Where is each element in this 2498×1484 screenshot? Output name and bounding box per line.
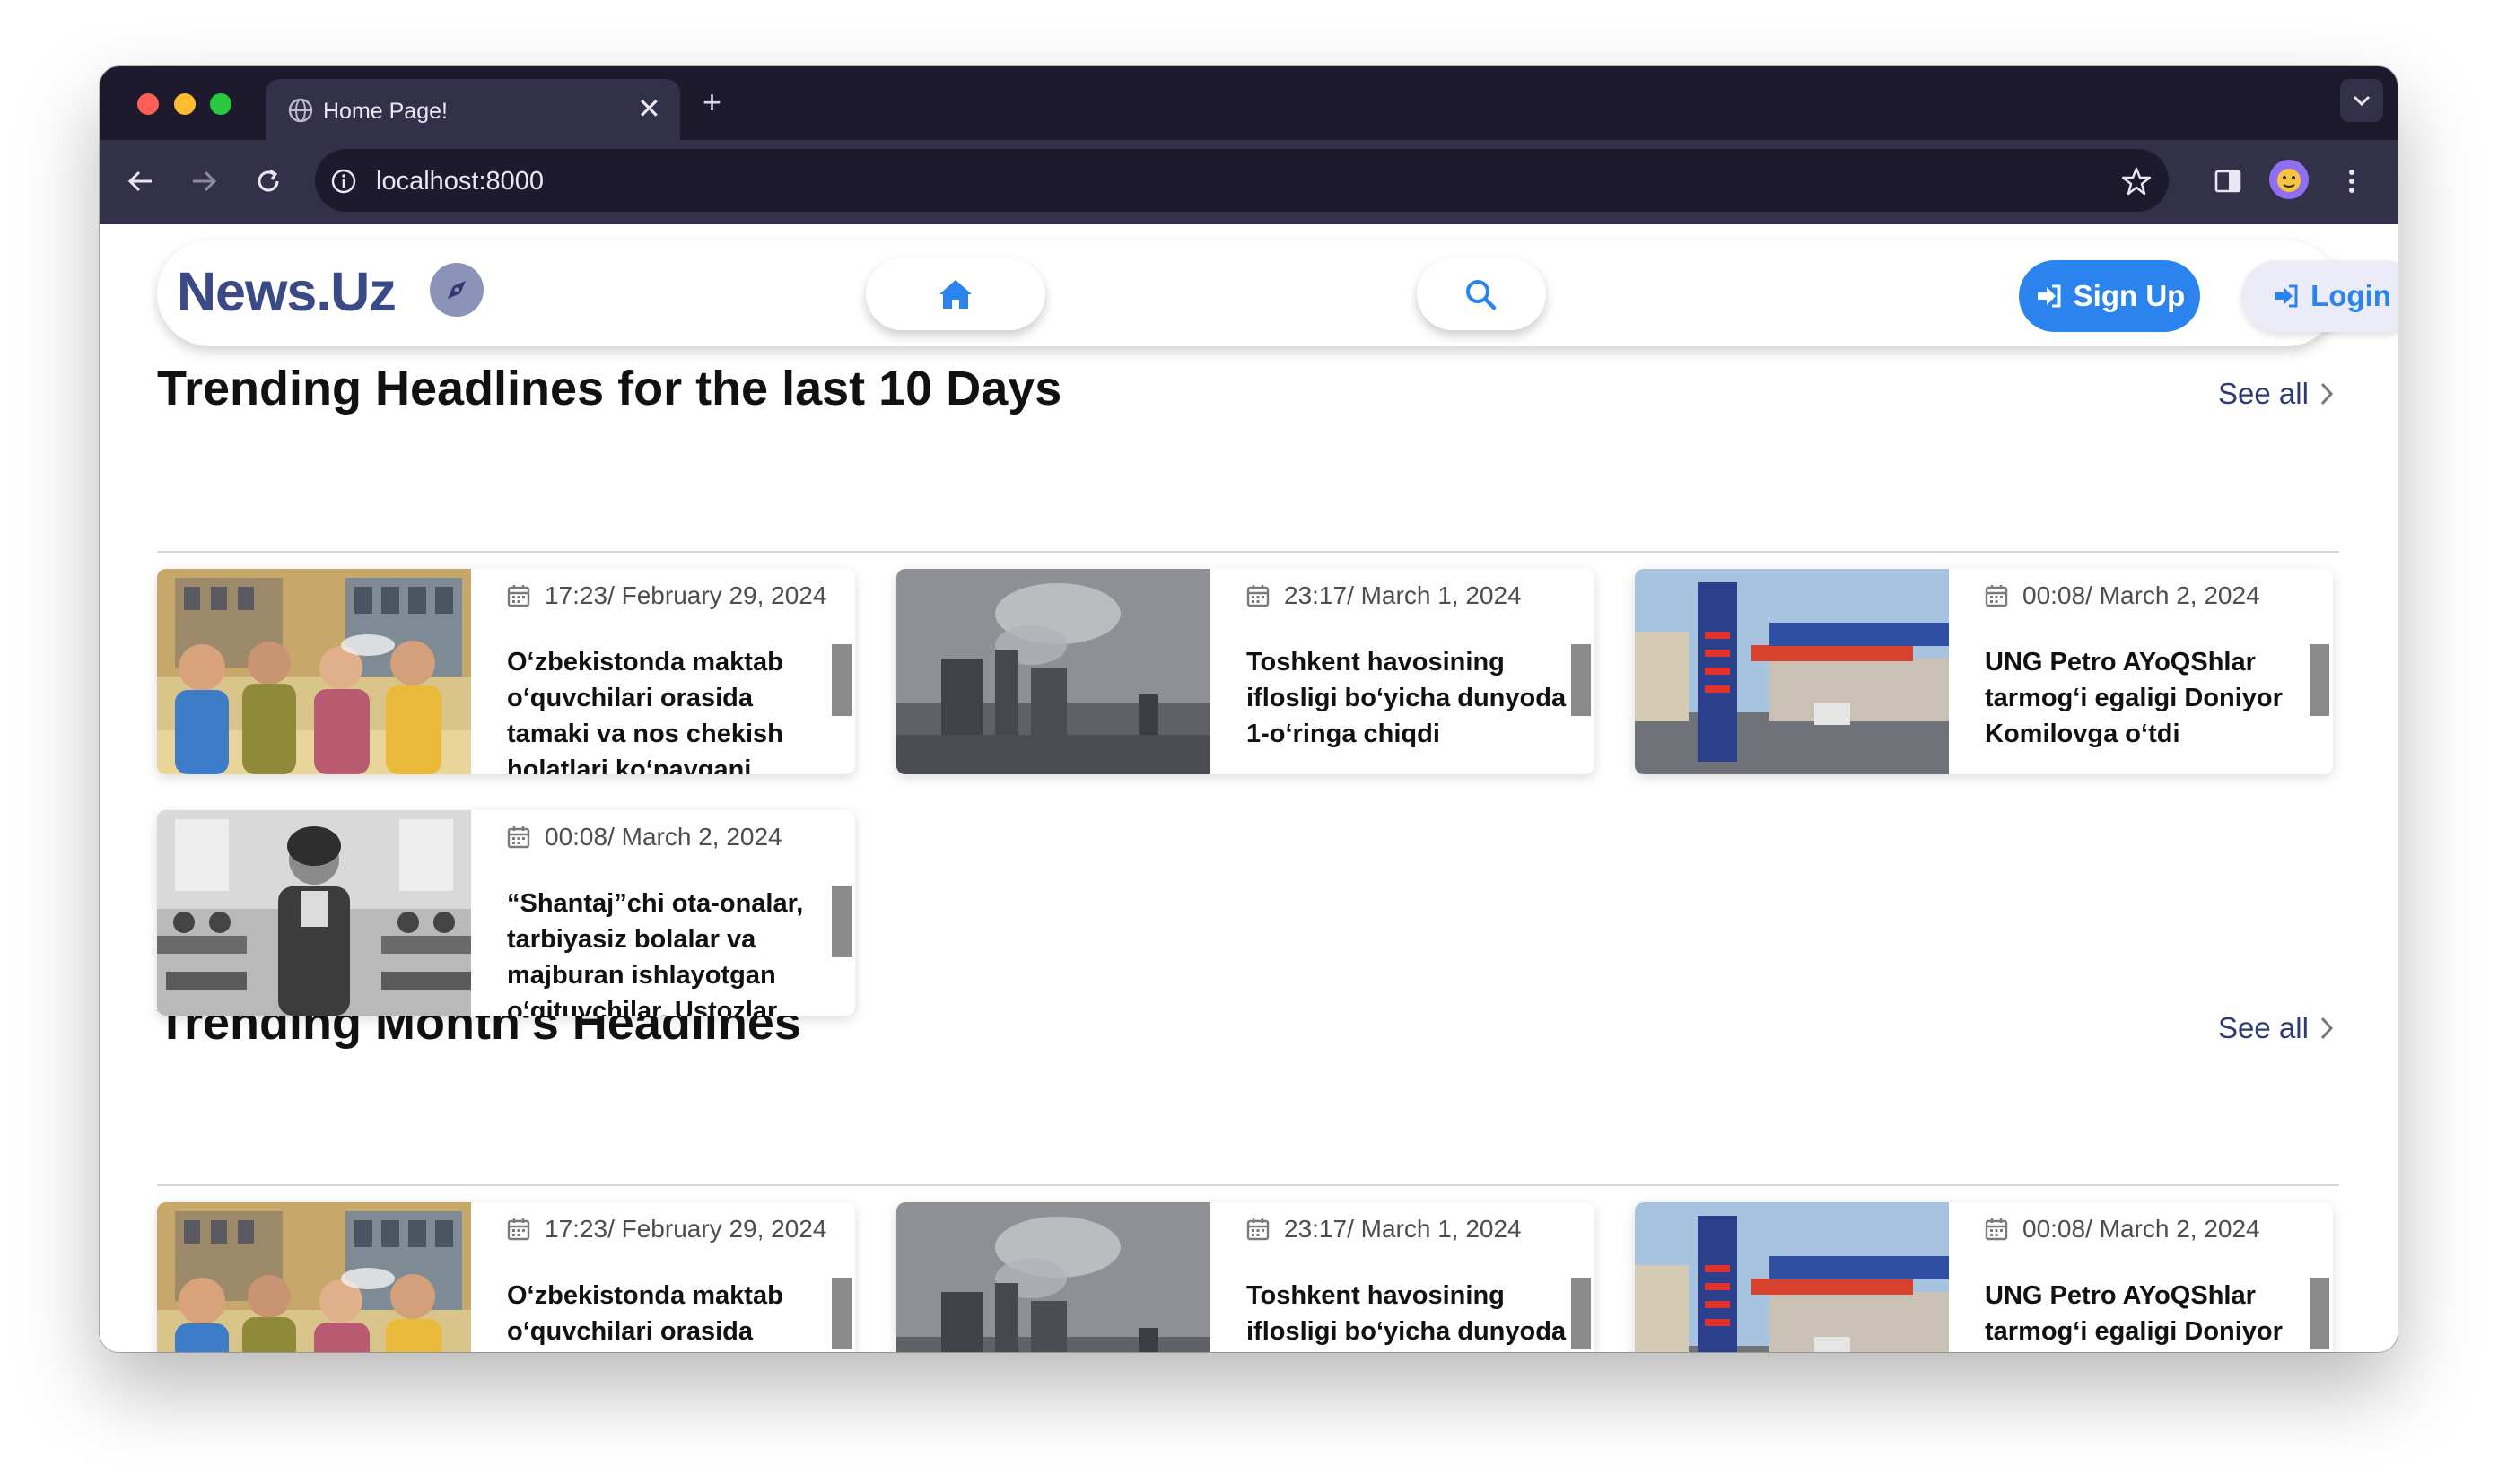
- calendar-icon: [1246, 585, 1270, 607]
- reload-icon[interactable]: [250, 163, 286, 199]
- card-headline[interactable]: O‘zbekistonda maktab o‘quvchilari orasid…: [507, 644, 839, 774]
- globe-icon: [288, 98, 313, 123]
- login-label: Login: [2310, 279, 2391, 312]
- card-date: 00:08/ March 2, 2024: [1985, 581, 2260, 610]
- site-info-icon[interactable]: [329, 167, 358, 196]
- sign-up-button[interactable]: Sign Up: [2019, 260, 2200, 332]
- card-date: 23:17/ March 1, 2024: [1246, 581, 1522, 610]
- card-headline[interactable]: O‘zbekistonda maktab o‘quvchilari orasid…: [507, 1278, 839, 1352]
- news-card[interactable]: 23:17/ March 1, 2024 Toshkent havosining…: [896, 1202, 1594, 1352]
- calendar-icon: [1246, 1218, 1270, 1241]
- search-button[interactable]: [1417, 258, 1546, 330]
- card-headline[interactable]: “Shantaj”chi ota-onalar, tarbiyasiz bola…: [507, 886, 839, 1016]
- news-card[interactable]: 17:23/ February 29, 2024 O‘zbekistonda m…: [157, 1202, 855, 1352]
- page-viewport: News.Uz Sign Up Login Trending Headlines…: [100, 224, 2398, 1352]
- teacher-classroom-image[interactable]: [157, 810, 471, 1016]
- section-divider: [157, 551, 2339, 553]
- side-panel-icon[interactable]: [2210, 163, 2246, 199]
- calendar-icon: [507, 1218, 530, 1241]
- calendar-icon: [507, 585, 530, 607]
- card-date-text: 00:08/ March 2, 2024: [545, 823, 782, 851]
- forward-arrow-icon[interactable]: [186, 163, 222, 199]
- chevron-down-icon: [2353, 95, 2371, 107]
- see-all-label: See all: [2218, 1011, 2309, 1044]
- card-scrollbar[interactable]: [832, 1278, 852, 1349]
- card-date-text: 17:23/ February 29, 2024: [545, 581, 827, 609]
- site-navbar: News.Uz Sign Up Login: [157, 240, 2398, 346]
- compass-icon: [430, 263, 484, 317]
- card-date-text: 00:08/ March 2, 2024: [2022, 1215, 2260, 1243]
- card-scrollbar[interactable]: [1571, 1278, 1591, 1349]
- profile-avatar[interactable]: [2269, 160, 2309, 199]
- sign-up-label: Sign Up: [2073, 279, 2186, 312]
- login-button[interactable]: Login: [2241, 260, 2398, 332]
- card-scrollbar[interactable]: [832, 886, 852, 957]
- card-date-text: 23:17/ March 1, 2024: [1284, 1215, 1522, 1243]
- tab-bar: Home Page! ✕ +: [100, 66, 2398, 140]
- browser-menu-icon[interactable]: [2334, 163, 2370, 199]
- search-icon: [1466, 280, 1497, 310]
- tab-close-icon[interactable]: ✕: [637, 93, 661, 124]
- back-arrow-icon[interactable]: [123, 163, 159, 199]
- calendar-icon: [1985, 585, 2008, 607]
- card-date: 00:08/ March 2, 2024: [1985, 1215, 2260, 1244]
- card-headline[interactable]: UNG Petro AYoQShlar tarmog‘i egaligi Don…: [1985, 644, 2317, 774]
- section-title: Trending Headlines for the last 10 Days: [157, 362, 1062, 415]
- card-headline[interactable]: Toshkent havosining ifloslig‌i bo‘yicha …: [1246, 1278, 1578, 1352]
- card-scrollbar[interactable]: [2310, 644, 2329, 716]
- browser-window: Home Page! ✕ + localhost:8000 News.Uz Si…: [100, 66, 2398, 1352]
- see-all-label: See all: [2218, 377, 2309, 410]
- gas-station-image[interactable]: [1635, 1202, 1949, 1352]
- card-scrollbar[interactable]: [2310, 1278, 2329, 1349]
- site-logo[interactable]: News.Uz: [177, 260, 397, 323]
- card-date-text: 00:08/ March 2, 2024: [2022, 581, 2260, 609]
- news-card[interactable]: 00:08/ March 2, 2024 “Shantaj”chi ota-on…: [157, 810, 855, 1016]
- factory-smoke-image[interactable]: [896, 1202, 1210, 1352]
- card-date: 17:23/ February 29, 2024: [507, 581, 826, 610]
- card-date: 17:23/ February 29, 2024: [507, 1215, 826, 1244]
- profile-emoji-icon: [2277, 169, 2301, 192]
- sign-in-arrow-icon: [2275, 284, 2298, 308]
- card-headline[interactable]: UNG Petro AYoQShlar tarmog‘i egaligi Don…: [1985, 1278, 2317, 1352]
- section-divider: [157, 1184, 2339, 1186]
- tab-home-page[interactable]: Home Page! ✕: [266, 79, 680, 140]
- new-tab-button[interactable]: +: [703, 86, 721, 118]
- news-card[interactable]: 23:17/ March 1, 2024 Toshkent havosining…: [896, 569, 1594, 774]
- home-icon: [939, 280, 972, 309]
- students-smoking-image[interactable]: [157, 569, 471, 774]
- home-button[interactable]: [866, 258, 1045, 330]
- card-date-text: 17:23/ February 29, 2024: [545, 1215, 827, 1243]
- tab-title: Home Page!: [323, 99, 448, 124]
- url-text: localhost:8000: [376, 167, 545, 196]
- factory-smoke-image[interactable]: [896, 569, 1210, 774]
- sign-in-arrow-icon: [2037, 284, 2061, 308]
- news-card[interactable]: 17:23/ February 29, 2024 O‘zbekistonda m…: [157, 569, 855, 774]
- see-all-link[interactable]: See all: [2218, 1011, 2336, 1045]
- card-date: 00:08/ March 2, 2024: [507, 823, 782, 851]
- bookmark-star-icon[interactable]: [2120, 165, 2153, 197]
- browser-toolbar: localhost:8000: [100, 140, 2398, 224]
- address-bar[interactable]: localhost:8000: [315, 149, 2169, 212]
- gas-station-image[interactable]: [1635, 569, 1949, 774]
- card-scrollbar[interactable]: [1571, 644, 1591, 716]
- chevron-right-icon: [2320, 382, 2333, 406]
- tab-search-button[interactable]: [2340, 79, 2383, 122]
- card-headline[interactable]: Toshkent havosining ifloslig‌i bo‘yicha …: [1246, 644, 1578, 774]
- students-smoking-image[interactable]: [157, 1202, 471, 1352]
- card-date: 23:17/ March 1, 2024: [1246, 1215, 1522, 1244]
- see-all-link[interactable]: See all: [2218, 377, 2336, 411]
- calendar-icon: [1985, 1218, 2008, 1241]
- close-window-button[interactable]: [137, 93, 159, 115]
- maximize-window-button[interactable]: [210, 93, 231, 115]
- chevron-right-icon: [2320, 1017, 2333, 1040]
- news-card[interactable]: 00:08/ March 2, 2024 UNG Petro AYoQShlar…: [1635, 1202, 2333, 1352]
- news-card[interactable]: 00:08/ March 2, 2024 UNG Petro AYoQShlar…: [1635, 569, 2333, 774]
- card-date-text: 23:17/ March 1, 2024: [1284, 581, 1522, 609]
- card-scrollbar[interactable]: [832, 644, 852, 716]
- calendar-icon: [507, 826, 530, 849]
- minimize-window-button[interactable]: [174, 93, 196, 115]
